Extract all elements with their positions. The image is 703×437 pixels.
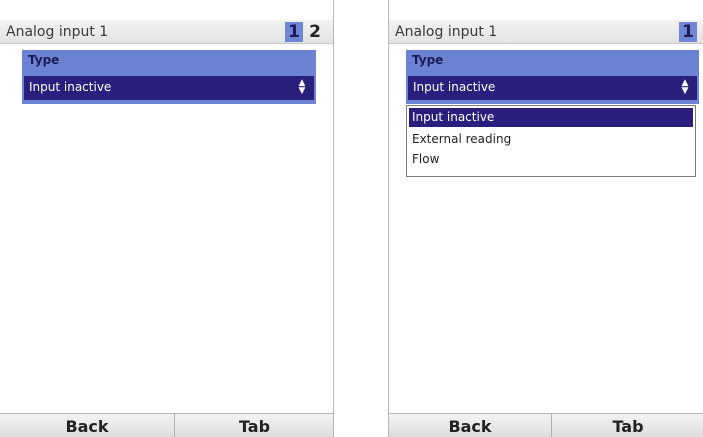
type-select[interactable]: Input inactive ▲ ▼	[24, 76, 314, 100]
type-field: Type Input inactive ▲ ▼	[406, 50, 699, 104]
up-down-arrows-icon: ▲ ▼	[681, 78, 689, 96]
type-field: Type Input inactive ▲ ▼	[22, 50, 316, 104]
tab-1[interactable]: 1	[285, 22, 303, 42]
type-select[interactable]: Input inactive ▲ ▼	[408, 76, 697, 100]
page-title: Analog input 1	[6, 24, 109, 40]
option-flow[interactable]: Flow	[409, 150, 693, 169]
device-screen-closed: Analog input 1 1 2 Type Input inactive ▲…	[0, 0, 334, 437]
device-screen-open: Analog input 1 1 2 Type Input inactive ▲…	[388, 0, 703, 437]
selected-value: Input inactive	[29, 80, 112, 94]
tab-button[interactable]: Tab	[175, 414, 333, 437]
selected-value: Input inactive	[413, 80, 496, 94]
up-down-arrows-icon: ▲ ▼	[298, 78, 306, 96]
softkey-bar: Back Tab	[0, 413, 333, 437]
type-dropdown-list: Input inactive External reading Flow	[406, 105, 696, 177]
tab-button[interactable]: Tab	[552, 414, 703, 437]
tab-2[interactable]: 2	[306, 22, 324, 42]
softkey-bar: Back Tab	[389, 413, 703, 437]
page-title: Analog input 1	[395, 24, 498, 40]
option-input-inactive[interactable]: Input inactive	[409, 108, 693, 127]
field-label-type: Type	[412, 53, 444, 67]
screen-header: Analog input 1 1 2	[389, 20, 703, 44]
screen-header: Analog input 1 1 2	[0, 20, 333, 44]
tab-1[interactable]: 1	[679, 22, 697, 42]
back-button[interactable]: Back	[389, 414, 551, 437]
back-button[interactable]: Back	[0, 414, 174, 437]
field-label-type: Type	[28, 53, 60, 67]
option-external-reading[interactable]: External reading	[409, 130, 693, 149]
